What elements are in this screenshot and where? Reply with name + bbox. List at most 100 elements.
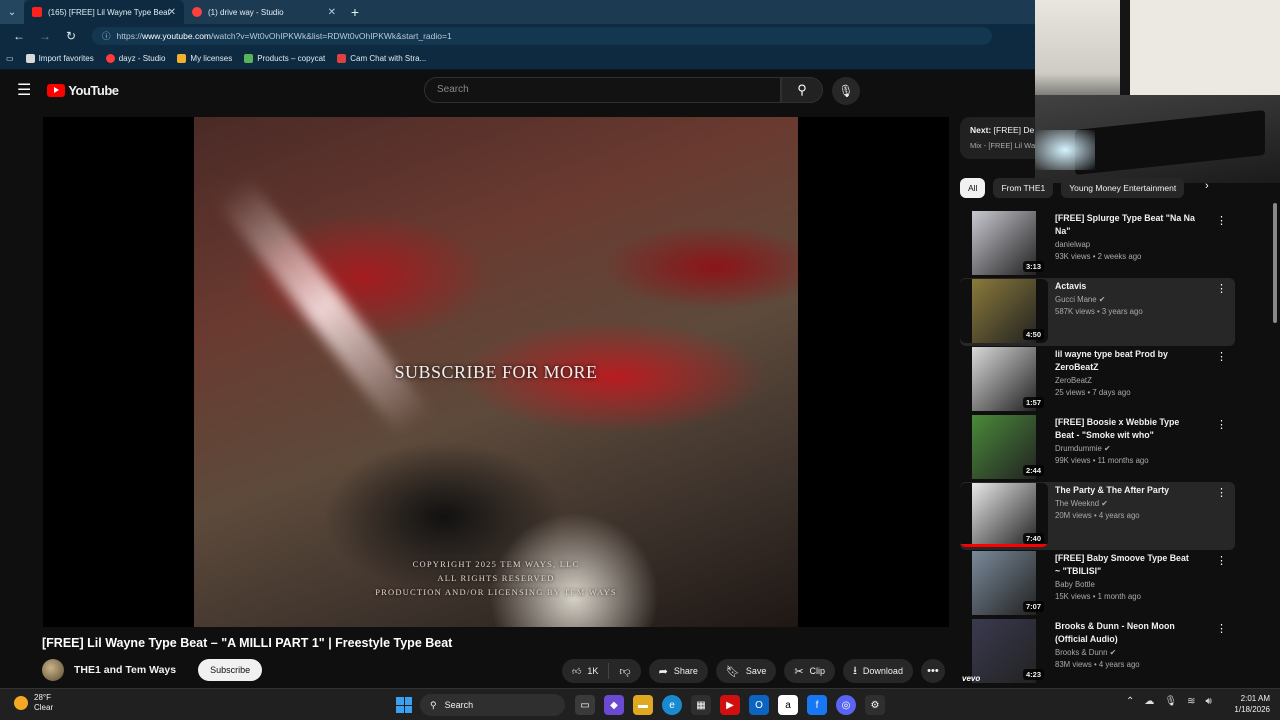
url-host: www.youtube.com	[142, 31, 212, 41]
recommendation-channel[interactable]: Baby Bottle	[1055, 580, 1195, 589]
volume-icon[interactable]: 🔊︎	[1205, 696, 1211, 707]
more-vertical-icon[interactable]: ⋮	[1216, 282, 1227, 295]
clip-button[interactable]: ✂ Clip	[784, 659, 836, 683]
windows-start-icon[interactable]	[396, 697, 412, 713]
settings-gear-icon[interactable]: ⚙	[865, 695, 885, 715]
recommendation-item[interactable]: 7:40 The Party & The After Party The Weekn…	[960, 482, 1235, 550]
facebook-icon[interactable]: f	[807, 695, 827, 715]
bookmark-my-licenses[interactable]: My licenses	[177, 54, 232, 63]
taskbar-search[interactable]: ⚲ Search	[420, 694, 565, 716]
more-actions-button[interactable]: •••	[920, 659, 945, 683]
scrollbar-thumb[interactable]	[1273, 203, 1277, 323]
chip-from-the1[interactable]: From THE1	[993, 178, 1054, 198]
like-button[interactable]: 👍︎ 1K	[562, 663, 610, 679]
recommendation-title[interactable]: lil wayne type beat Prod by ZeroBeatZ	[1055, 348, 1195, 374]
voice-search-button[interactable]: 🎙	[832, 77, 860, 105]
recommendation-title[interactable]: [FREE] Splurge Type Beat "Na Na Na"	[1055, 212, 1195, 238]
more-vertical-icon[interactable]: ⋮	[1216, 214, 1227, 227]
recommendation-title[interactable]: The Party & The After Party	[1055, 484, 1195, 497]
next-label: Next:	[970, 125, 992, 135]
up-next-box[interactable]: Next: [FREE] De Mix - [FREE] Lil Wa	[960, 117, 1040, 159]
bookmark-products[interactable]: Products – copycat	[244, 54, 325, 63]
copilot-icon[interactable]: ◆	[604, 695, 624, 715]
video-thumbnail[interactable]: 7:07	[960, 551, 1048, 615]
tray-chevron-up-icon[interactable]: ⌃	[1126, 696, 1134, 707]
recommendation-item[interactable]: 2:44 [FREE] Boosie x Webbie Type Beat - "…	[960, 414, 1235, 482]
site-info-icon[interactable]: ⓘ	[102, 30, 111, 42]
chevron-right-icon[interactable]: ›	[1205, 180, 1209, 192]
video-thumbnail[interactable]: 3:13	[960, 211, 1048, 275]
system-clock[interactable]: 2:01 AM 1/18/2026	[1226, 693, 1270, 715]
address-bar[interactable]: ⓘ https://www.youtube.com/watch?v=Wt0vOh…	[92, 27, 992, 45]
file-explorer-icon[interactable]: ▬	[633, 695, 653, 715]
amazon-icon[interactable]: a	[778, 695, 798, 715]
channel-label: danielwap	[1055, 240, 1091, 249]
recommendation-item[interactable]: 4:23 Brooks & Dunn - Neon Moon (Official …	[960, 618, 1235, 686]
tab-youtube[interactable]: (165) [FREE] Lil Wayne Type Beat ✕	[24, 0, 184, 24]
onedrive-icon[interactable]: ☁	[1144, 696, 1154, 707]
search-button[interactable]: ⚲	[781, 77, 823, 103]
recommendation-channel[interactable]: Drumdummie ✔	[1055, 444, 1195, 453]
share-button[interactable]: ➦ Share	[648, 659, 708, 683]
bookmark-cam-chat[interactable]: Cam Chat with Stra...	[337, 54, 426, 63]
youtube-app-icon[interactable]: ▶	[720, 695, 740, 715]
recommendation-channel[interactable]: ZeroBeatZ	[1055, 376, 1195, 385]
store-icon[interactable]: ▦	[691, 695, 711, 715]
hamburger-menu-icon[interactable]: ☰	[17, 80, 31, 100]
url-prefix: https://	[116, 31, 143, 41]
new-tab-button[interactable]: +	[344, 4, 366, 20]
weather-widget[interactable]: 28°F Clear	[14, 693, 53, 713]
more-vertical-icon[interactable]: ⋮	[1216, 622, 1227, 635]
microphone-tray-icon[interactable]: 🎙	[1164, 696, 1177, 707]
recommendation-channel[interactable]: Gucci Mane ✔	[1055, 295, 1195, 304]
bookmark-dayz-studio[interactable]: dayz - Studio	[105, 54, 165, 63]
subscribe-button[interactable]: Subscribe	[198, 659, 263, 681]
more-vertical-icon[interactable]: ⋮	[1216, 486, 1227, 499]
forward-icon[interactable]: →	[32, 29, 58, 43]
youtube-logo[interactable]: YouTube	[47, 83, 119, 98]
video-thumbnail[interactable]: 4:50	[960, 279, 1048, 343]
recommendation-channel[interactable]: Brooks & Dunn ✔	[1055, 648, 1195, 657]
wifi-icon[interactable]: ≋	[1187, 696, 1195, 707]
tab-list-chevron-icon[interactable]: ⌄	[0, 0, 24, 24]
download-button[interactable]: ⭳ Download	[843, 659, 913, 683]
video-player[interactable]: SUBSCRIBE FOR MORE COPYRIGHT 2025 TEM WA…	[43, 117, 949, 627]
recommendation-title[interactable]: Actavis	[1055, 280, 1195, 293]
recommendation-channel[interactable]: danielwap	[1055, 240, 1195, 249]
channel-name[interactable]: THE1 and Tem Ways	[74, 664, 176, 676]
outlook-icon[interactable]: O	[749, 695, 769, 715]
close-tab-icon[interactable]: ✕	[168, 7, 176, 18]
bookmark-import-favorites[interactable]: Import favorites	[25, 54, 94, 63]
edge-icon[interactable]: e	[662, 695, 682, 715]
video-thumbnail[interactable]: 2:44	[960, 415, 1048, 479]
recommendation-item[interactable]: 7:07 [FREE] Baby Smoove Type Beat ~ "TBIL…	[960, 550, 1235, 618]
channel-avatar[interactable]	[42, 659, 64, 681]
verified-icon: ✔	[1098, 295, 1106, 304]
chip-all[interactable]: All	[960, 178, 986, 198]
back-icon[interactable]: ←	[6, 29, 32, 43]
close-tab-icon[interactable]: ✕	[328, 7, 336, 18]
task-view-icon[interactable]: ▭	[575, 695, 595, 715]
recommendation-title[interactable]: [FREE] Baby Smoove Type Beat ~ "TBILISI"	[1055, 552, 1195, 578]
more-vertical-icon[interactable]: ⋮	[1216, 418, 1227, 431]
discord-icon[interactable]: ◎	[836, 695, 856, 715]
recommendation-title[interactable]: [FREE] Boosie x Webbie Type Beat - "Smok…	[1055, 416, 1195, 442]
recommendation-item[interactable]: 1:57 lil wayne type beat Prod by ZeroBeat…	[960, 346, 1235, 414]
sidebar-scrollbar[interactable]	[1270, 183, 1280, 683]
more-vertical-icon[interactable]: ⋮	[1216, 554, 1227, 567]
save-button[interactable]: 🔖︎ Save	[715, 659, 777, 683]
recommendation-title[interactable]: Brooks & Dunn - Neon Moon (Official Audi…	[1055, 620, 1195, 646]
chip-young-money[interactable]: Young Money Entertainment	[1061, 178, 1185, 198]
reload-icon[interactable]: ↻	[58, 29, 84, 43]
tab-studio[interactable]: (1) drive way - Studio ✕	[184, 0, 344, 24]
more-vertical-icon[interactable]: ⋮	[1216, 350, 1227, 363]
search-input[interactable]: Search	[424, 77, 781, 103]
sidebar-toggle-icon[interactable]: ▭	[6, 54, 14, 63]
video-thumbnail[interactable]: 7:40	[960, 483, 1048, 547]
recommendation-item[interactable]: 4:50 Actavis Gucci Mane ✔ 587K views • 3 ye…	[960, 278, 1235, 346]
recommendation-channel[interactable]: The Weeknd ✔	[1055, 499, 1195, 508]
recommendation-item[interactable]: 3:13 [FREE] Splurge Type Beat "Na Na Na" d…	[960, 210, 1235, 278]
video-thumbnail[interactable]: 1:57	[960, 347, 1048, 411]
next-title: [FREE] De	[993, 125, 1035, 135]
dislike-button[interactable]: 👎︎	[609, 665, 640, 678]
